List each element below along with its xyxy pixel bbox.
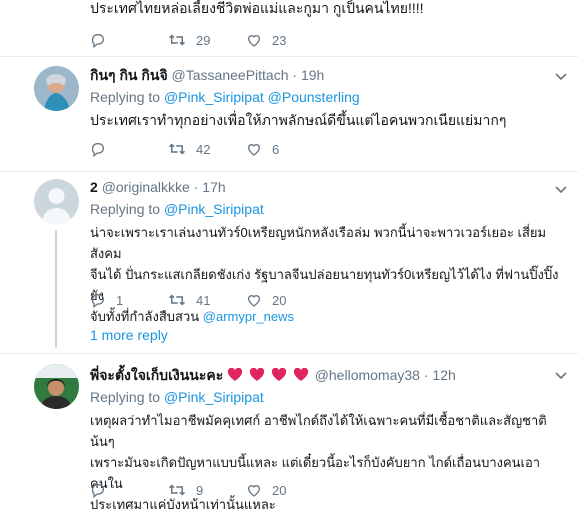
retweet-count: 9: [196, 482, 204, 498]
mention-link[interactable]: @Pounsterling: [268, 89, 360, 105]
retweet-icon: [168, 484, 186, 496]
reply-icon: [91, 294, 104, 308]
timestamp[interactable]: 12h: [432, 367, 455, 383]
replying-to: Replying to @Pink_Siripipat: [90, 200, 564, 218]
separator-dot: ·: [193, 179, 199, 195]
tweet[interactable]: พี่จะตั้งใจเก็บเงินนะคะ @hellomomay38 · …: [0, 354, 578, 510]
heart-emoji-icon: [249, 368, 265, 381]
reply-button[interactable]: 1: [90, 292, 168, 308]
retweet-button[interactable]: 9: [168, 482, 246, 498]
replying-to: Replying to @Pink_Siripipat @Pounsterlin…: [90, 88, 564, 106]
retweet-button[interactable]: 29: [168, 32, 246, 48]
like-icon: [247, 295, 261, 307]
tweet-text: น่าจะเพราะเราเล่นงานทัวร์0เหรียญหนักหลัง…: [90, 222, 564, 327]
retweet-icon: [168, 143, 186, 155]
reply-icon: [91, 34, 104, 48]
avatar[interactable]: [34, 179, 79, 224]
caret-down-icon[interactable]: [554, 182, 568, 196]
mention-link[interactable]: @Pink_Siripipat: [164, 201, 264, 217]
like-icon: [247, 485, 261, 497]
display-name[interactable]: พี่จะตั้งใจเก็บเงินนะคะ: [90, 367, 223, 383]
retweet-icon: [168, 34, 186, 46]
show-more-replies-link[interactable]: 1 more reply: [90, 327, 168, 343]
retweet-icon: [168, 294, 186, 306]
display-name[interactable]: 2: [90, 179, 98, 195]
thread-line: [55, 230, 57, 348]
reply-icon: [91, 143, 104, 157]
replying-label: Replying to: [90, 389, 161, 405]
like-button[interactable]: 6: [246, 141, 324, 157]
retweet-button[interactable]: 42: [168, 141, 246, 157]
retweet-count: 42: [196, 141, 211, 157]
tweet-text: ประเทศเราทำทุกอย่างเพื่อให้ภาพลักษณ์ดีขึ…: [90, 112, 507, 128]
avatar[interactable]: [34, 66, 79, 111]
reply-count: 1: [116, 292, 124, 308]
username[interactable]: @TassaneePittach: [172, 67, 289, 83]
heart-emoji-icon: [228, 368, 243, 381]
username[interactable]: @originalkkke: [102, 179, 190, 195]
heart-emojis: [227, 367, 315, 383]
tweet-text: ประเทศไทยหล่อเลี้ยงชีวิตพ่อแม่และกูมา กู…: [90, 0, 424, 16]
like-button[interactable]: 20: [246, 292, 324, 308]
mention-link[interactable]: @Pink_Siripipat: [164, 389, 264, 405]
like-count: 6: [272, 141, 280, 157]
replying-label: Replying to: [90, 201, 161, 217]
heart-emoji-icon: [271, 368, 286, 381]
replying-to: Replying to @Pink_Siripipat: [90, 388, 564, 406]
avatar[interactable]: [34, 364, 79, 409]
tweet-text-line: เหตุผลว่าทำไมอาชีพมัคคุเทศก์ อาชีพไกด์ถึ…: [90, 413, 547, 449]
reply-icon: [91, 484, 104, 498]
caret-down-icon[interactable]: [554, 69, 568, 83]
timestamp[interactable]: 17h: [202, 179, 225, 195]
mention-link[interactable]: @armypr_news: [203, 309, 294, 324]
like-icon: [247, 35, 261, 47]
reply-button[interactable]: [90, 482, 168, 498]
like-count: 23: [272, 32, 287, 48]
like-button[interactable]: 20: [246, 482, 324, 498]
retweet-count: 41: [196, 292, 211, 308]
separator-dot: ·: [292, 67, 298, 83]
retweet-count: 29: [196, 32, 211, 48]
tweet[interactable]: 2 @originalkkke · 17h Replying to @Pink_…: [0, 172, 578, 354]
replying-label: Replying to: [90, 89, 161, 105]
like-icon: [247, 144, 261, 156]
like-count: 20: [272, 292, 287, 308]
heart-emoji-icon: [293, 368, 308, 381]
timestamp[interactable]: 19h: [301, 67, 324, 83]
retweet-button[interactable]: 41: [168, 292, 246, 308]
tweet[interactable]: กินๆ กิน กินจิ @TassaneePittach · 19h Re…: [0, 57, 578, 172]
tweet-text-line: น่าจะเพราะเราเล่นงานทัวร์0เหรียญหนักหลัง…: [90, 225, 547, 261]
caret-down-icon[interactable]: [554, 368, 568, 382]
mention-link[interactable]: @Pink_Siripipat: [164, 89, 264, 105]
like-count: 20: [272, 482, 287, 498]
reply-button[interactable]: [90, 32, 168, 48]
tweet-text-line: จับทั้งที่กำลังสืบสวน: [90, 309, 200, 324]
separator-dot: ·: [423, 367, 429, 383]
reply-button[interactable]: [90, 141, 168, 157]
tweet[interactable]: ประเทศไทยหล่อเลี้ยงชีวิตพ่อแม่และกูมา กู…: [0, 0, 578, 57]
username[interactable]: @hellomomay38: [315, 367, 420, 383]
display-name[interactable]: กินๆ กิน กินจิ: [90, 67, 168, 83]
like-button[interactable]: 23: [246, 32, 324, 48]
